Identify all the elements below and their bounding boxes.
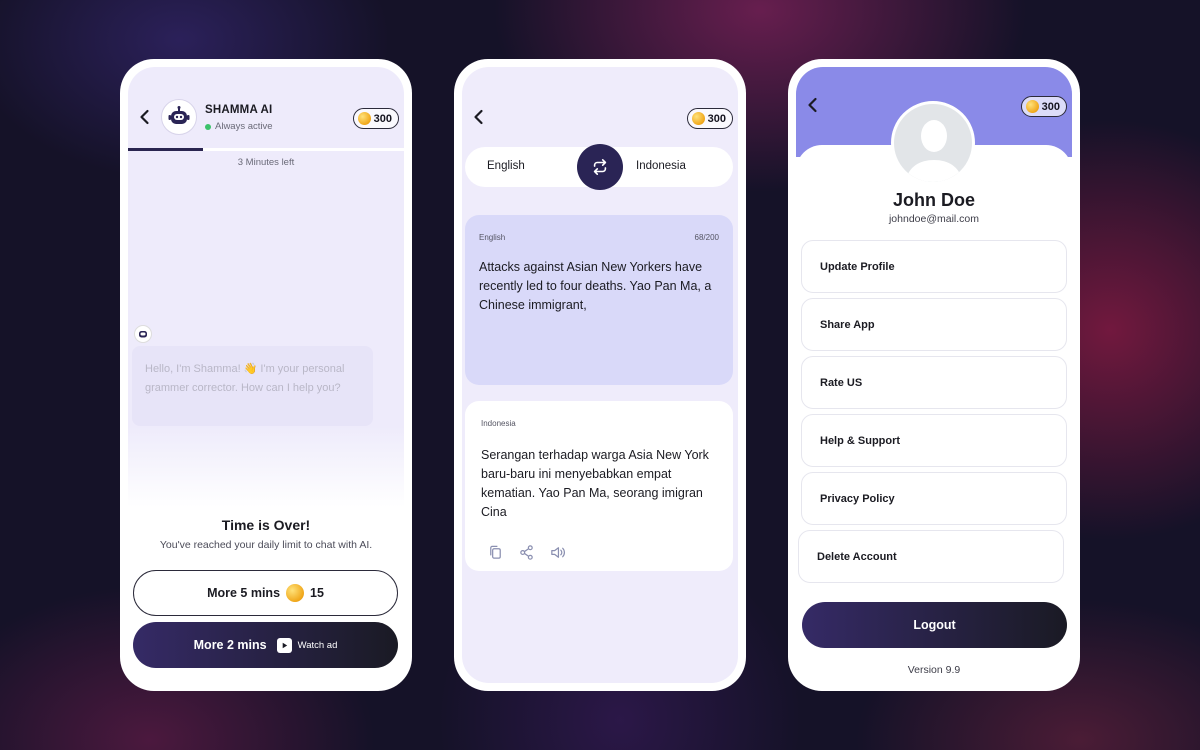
bot-status: Always active bbox=[205, 121, 273, 132]
menu-help-support[interactable]: Help & Support bbox=[801, 414, 1067, 467]
coin-balance: 300 bbox=[707, 112, 726, 125]
more-2-mins-label: More 2 mins bbox=[193, 638, 267, 652]
coin-icon bbox=[691, 112, 705, 125]
more-2-mins-button[interactable]: More 2 mins Watch ad bbox=[133, 622, 398, 668]
chat-screen: SHAMMA AI Always active 300 3 Minutes le… bbox=[128, 67, 404, 683]
copy-icon[interactable] bbox=[487, 544, 504, 561]
back-arrow-icon[interactable] bbox=[136, 108, 154, 126]
target-language[interactable]: Indonesia bbox=[636, 160, 686, 172]
profile-screen: 300 John Doe johndoe@mail.com Update Pro… bbox=[796, 67, 1072, 683]
robot-icon bbox=[168, 106, 190, 124]
source-text[interactable]: Attacks against Asian New Yorkers have r… bbox=[479, 258, 719, 315]
source-language[interactable]: English bbox=[487, 160, 525, 172]
source-card-language: English bbox=[479, 233, 506, 242]
coin-balance: 300 bbox=[1041, 100, 1060, 113]
profile-email: johndoe@mail.com bbox=[888, 213, 980, 225]
coin-balance-badge[interactable]: 300 bbox=[1020, 96, 1067, 117]
time-progress-fill bbox=[128, 148, 203, 151]
swap-icon bbox=[593, 158, 607, 176]
back-arrow-icon[interactable] bbox=[470, 108, 488, 126]
profile-phone: 300 John Doe johndoe@mail.com Update Pro… bbox=[788, 59, 1080, 691]
coin-icon bbox=[1025, 100, 1039, 113]
menu-rate-us[interactable]: Rate US bbox=[801, 356, 1067, 409]
back-arrow-icon[interactable] bbox=[804, 96, 822, 114]
translate-phone: 300 English Indonesia English 68/200 Atta… bbox=[454, 59, 746, 691]
app-version: Version 9.9 bbox=[907, 664, 961, 676]
swap-languages-button[interactable] bbox=[577, 144, 623, 190]
more-5-mins-button[interactable]: More 5 mins 15 bbox=[133, 570, 398, 616]
more-5-mins-cost: 15 bbox=[310, 586, 324, 600]
target-card-language: Indonesia bbox=[481, 419, 516, 428]
share-icon[interactable] bbox=[518, 544, 535, 561]
chat-phone: SHAMMA AI Always active 300 3 Minutes le… bbox=[120, 59, 412, 691]
logout-button[interactable]: Logout bbox=[802, 602, 1067, 648]
char-counter: 68/200 bbox=[694, 233, 719, 242]
coin-balance: 300 bbox=[373, 112, 392, 125]
play-ad-icon bbox=[276, 637, 292, 653]
menu-delete-account[interactable]: Delete Account bbox=[798, 530, 1064, 583]
online-dot bbox=[205, 123, 211, 130]
watch-ad-label: Watch ad bbox=[297, 639, 338, 651]
translation-toolbar bbox=[487, 544, 566, 561]
robot-icon bbox=[139, 331, 147, 338]
bot-status-text: Always active bbox=[215, 121, 273, 132]
bot-avatar bbox=[161, 99, 197, 135]
profile-menu: Update Profile Share App Rate US Help & … bbox=[798, 240, 1067, 588]
translate-screen: 300 English Indonesia English 68/200 Atta… bbox=[462, 67, 738, 683]
menu-privacy-policy[interactable]: Privacy Policy bbox=[801, 472, 1067, 525]
profile-name: John Doe bbox=[892, 190, 975, 210]
menu-update-profile[interactable]: Update Profile bbox=[801, 240, 1067, 293]
time-over-title: Time is Over! bbox=[221, 517, 311, 533]
more-5-mins-label: More 5 mins bbox=[207, 586, 281, 600]
time-progress-bar bbox=[128, 148, 404, 151]
bot-name: SHAMMA AI bbox=[205, 104, 273, 116]
time-left-label: 3 Minutes left bbox=[237, 157, 295, 168]
translated-text: Serangan terhadap warga Asia New York ba… bbox=[481, 448, 709, 519]
coin-icon bbox=[286, 584, 305, 602]
coin-balance-badge[interactable]: 300 bbox=[686, 108, 733, 129]
coin-balance-badge[interactable]: 300 bbox=[352, 108, 399, 129]
translated-text-card: Indonesia Serangan terhadap warga Asia N… bbox=[465, 401, 733, 571]
time-over-subtitle: You've reached your daily limit to chat … bbox=[159, 539, 373, 551]
coin-icon bbox=[357, 112, 371, 125]
language-selector: English Indonesia bbox=[465, 144, 733, 190]
bot-message-bubble: Hello, I'm Shamma! 👋 I'm your personal g… bbox=[132, 346, 373, 426]
source-text-card[interactable]: English 68/200 Attacks against Asian New … bbox=[465, 215, 733, 385]
speaker-icon[interactable] bbox=[549, 544, 566, 561]
message-bot-avatar bbox=[134, 325, 152, 343]
menu-share-app[interactable]: Share App bbox=[801, 298, 1067, 351]
profile-avatar[interactable] bbox=[891, 101, 975, 185]
